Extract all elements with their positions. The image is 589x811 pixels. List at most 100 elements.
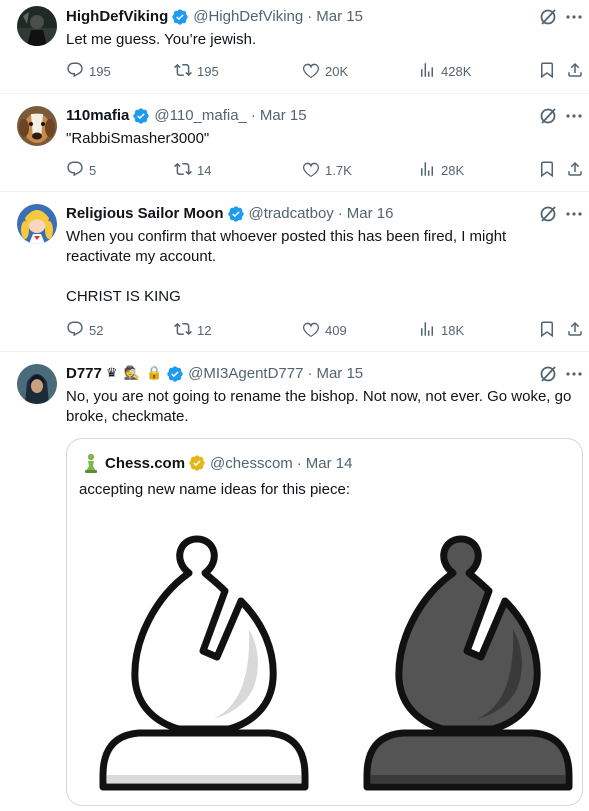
views-icon: [418, 320, 436, 341]
tweet-date[interactable]: Mar 15: [316, 364, 363, 384]
views-icon: [418, 61, 436, 82]
like-count: 20K: [325, 64, 349, 79]
tweet-text: When you confirm that whoever posted thi…: [66, 228, 507, 305]
views-button[interactable]: 18K: [418, 320, 464, 341]
quoted-tweet[interactable]: Chess.com @chesscom · Mar 14 accepting n…: [66, 438, 583, 806]
display-name[interactable]: 110mafia: [66, 106, 129, 126]
reply-count: 52: [89, 323, 104, 338]
name-emojis: ♛ 🕵 🔒: [105, 366, 164, 381]
reply-count: 5: [89, 163, 97, 178]
quote-text: accepting new name ideas for this piece:: [79, 481, 350, 498]
like-count: 1.7K: [325, 163, 352, 178]
quote-display-name[interactable]: Chess.com: [105, 455, 185, 472]
quote-user-handle[interactable]: @chesscom: [210, 455, 293, 472]
like-count: 409: [325, 323, 347, 338]
black-bishop-image: [363, 535, 573, 791]
retweet-button[interactable]: 195: [174, 61, 219, 82]
views-count: 28K: [441, 163, 465, 178]
grok-icon[interactable]: [538, 364, 558, 384]
separator: ·: [307, 8, 313, 25]
tweet-header: 110mafia @110_mafia_ · Mar 15: [66, 105, 307, 127]
white-bishop-image: [99, 535, 309, 791]
user-handle[interactable]: @MI3AgentD777: [188, 364, 303, 384]
retweet-icon: [174, 61, 192, 82]
more-icon[interactable]: [564, 106, 584, 126]
tweet-date[interactable]: Mar 16: [347, 204, 394, 224]
tweet[interactable]: 110mafia @110_mafia_ · Mar 15 "RabbiSmas…: [0, 94, 589, 192]
reply-button[interactable]: 52: [66, 320, 103, 341]
views-icon: [418, 160, 436, 181]
tweet-header: D777 ♛ 🕵 🔒 @MI3AgentD777 · Mar 15: [66, 363, 363, 385]
verified-badge-icon[interactable]: [227, 205, 245, 223]
like-icon: [302, 160, 320, 181]
tweet-text: No, you are not going to rename the bish…: [66, 388, 576, 425]
reply-button[interactable]: 5: [66, 160, 96, 181]
tweet-date[interactable]: Mar 15: [316, 7, 363, 27]
reply-icon: [66, 320, 84, 341]
views-count: 428K: [441, 64, 472, 79]
bookmark-icon[interactable]: [538, 160, 556, 178]
chess-pawn-logo-icon: [83, 453, 99, 473]
tweet-header: Religious Sailor Moon @tradcatboy · Mar …: [66, 203, 393, 225]
like-icon: [302, 320, 320, 341]
like-button[interactable]: 20K: [302, 61, 348, 82]
avatar[interactable]: [17, 6, 57, 46]
tweet-actions: 52 12 409 18K: [58, 320, 588, 340]
avatar[interactable]: [17, 364, 57, 404]
views-button[interactable]: 28K: [418, 160, 464, 181]
retweet-count: 12: [197, 323, 212, 338]
avatar[interactable]: [17, 204, 57, 244]
verified-badge-icon[interactable]: [171, 8, 189, 26]
bookmark-icon[interactable]: [538, 320, 556, 338]
display-name[interactable]: D777: [66, 364, 102, 384]
retweet-count: 195: [197, 64, 219, 79]
separator: ·: [307, 365, 313, 382]
separator: ·: [337, 205, 343, 222]
quote-date[interactable]: Mar 14: [306, 455, 353, 472]
verified-badge-icon[interactable]: [166, 365, 184, 383]
tweet-text: "RabbiSmasher3000": [66, 130, 210, 147]
avatar[interactable]: [17, 106, 57, 146]
tweet-actions: 5 14 1.7K 28K: [58, 160, 588, 180]
grok-icon[interactable]: [538, 7, 558, 27]
tweet[interactable]: Religious Sailor Moon @tradcatboy · Mar …: [0, 192, 589, 352]
reply-icon: [66, 160, 84, 181]
user-handle[interactable]: @110_mafia_: [154, 106, 247, 126]
tweet-date[interactable]: Mar 15: [260, 106, 307, 126]
retweet-icon: [174, 320, 192, 341]
tweet-text: Let me guess. You’re jewish.: [66, 31, 257, 48]
display-name[interactable]: Religious Sailor Moon: [66, 204, 224, 224]
like-button[interactable]: 1.7K: [302, 160, 352, 181]
grok-icon[interactable]: [538, 106, 558, 126]
grok-icon[interactable]: [538, 204, 558, 224]
tweet-header: HighDefViking @HighDefViking · Mar 15: [66, 6, 363, 28]
user-handle[interactable]: @tradcatboy: [249, 204, 334, 224]
tweet-actions: 195 195 20K 428K: [58, 61, 588, 81]
share-icon[interactable]: [566, 160, 584, 178]
views-count: 18K: [441, 323, 465, 338]
display-name[interactable]: HighDefViking: [66, 7, 168, 27]
more-icon[interactable]: [564, 364, 584, 384]
reply-button[interactable]: 195: [66, 61, 111, 82]
verified-badge-icon[interactable]: [132, 107, 150, 125]
quote-image[interactable]: [67, 517, 582, 805]
retweet-button[interactable]: 12: [174, 320, 211, 341]
separator: ·: [296, 454, 302, 472]
bookmark-icon[interactable]: [538, 61, 556, 79]
more-icon[interactable]: [564, 7, 584, 27]
share-icon[interactable]: [566, 61, 584, 79]
more-icon[interactable]: [564, 204, 584, 224]
quote-header: Chess.com @chesscom · Mar 14: [83, 453, 352, 473]
retweet-icon: [174, 160, 192, 181]
reply-count: 195: [89, 64, 111, 79]
share-icon[interactable]: [566, 320, 584, 338]
separator: ·: [250, 107, 256, 124]
views-button[interactable]: 428K: [418, 61, 471, 82]
tweet[interactable]: HighDefViking @HighDefViking · Mar 15 Le…: [0, 0, 589, 94]
user-handle[interactable]: @HighDefViking: [193, 7, 303, 27]
reply-icon: [66, 61, 84, 82]
verified-badge-icon[interactable]: [188, 454, 206, 472]
retweet-button[interactable]: 14: [174, 160, 211, 181]
retweet-count: 14: [197, 163, 212, 178]
like-button[interactable]: 409: [302, 320, 347, 341]
